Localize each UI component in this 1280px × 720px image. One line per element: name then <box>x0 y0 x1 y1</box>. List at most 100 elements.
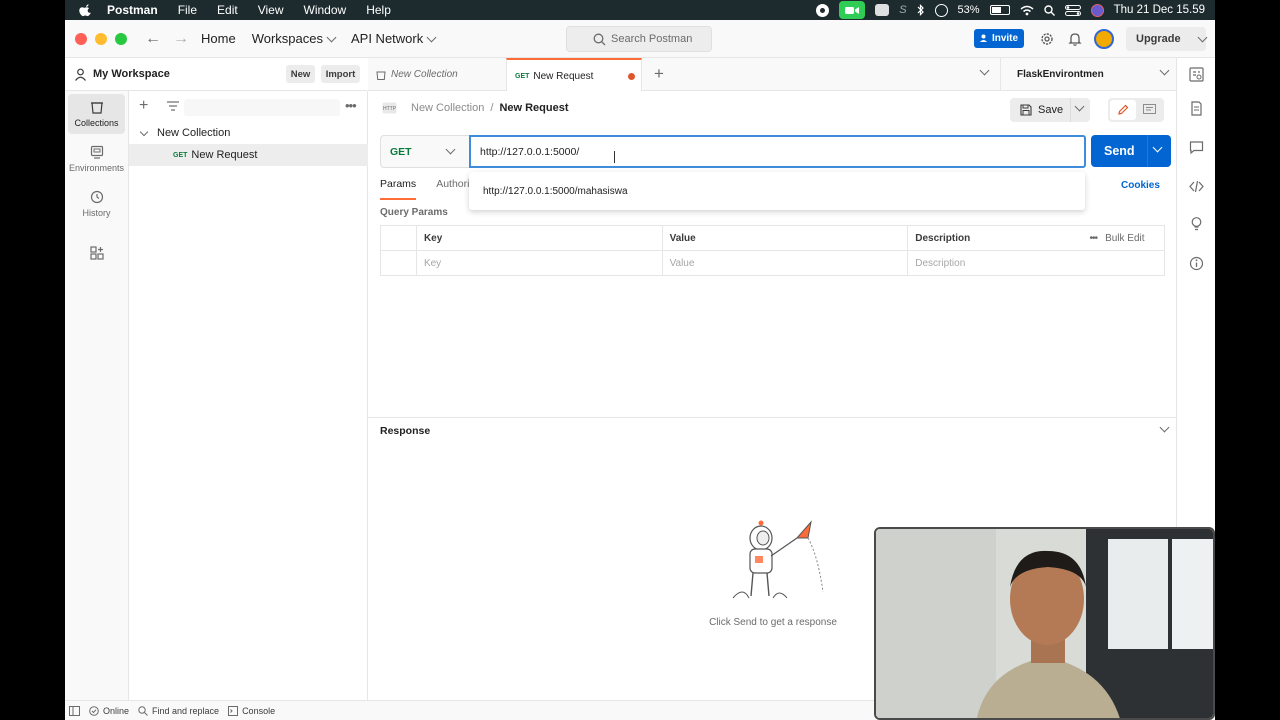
control-center-icon[interactable] <box>1064 4 1081 16</box>
more-options-icon[interactable]: ••• <box>1090 233 1098 244</box>
chevron-down-icon <box>1159 65 1170 76</box>
url-autocomplete-suggestion[interactable]: http://127.0.0.1:5000/mahasiswa <box>469 172 1085 210</box>
minimize-window-button[interactable] <box>95 32 107 45</box>
tree-request-label: New Request <box>191 149 258 161</box>
find-replace-button[interactable]: Find and replace <box>138 706 219 716</box>
window-controls <box>75 32 127 45</box>
add-icon[interactable]: + <box>139 97 148 115</box>
response-empty-state: Click Send to get a response <box>698 516 848 628</box>
tree-collection-row[interactable]: New Collection <box>129 122 368 144</box>
zoom-window-button[interactable] <box>115 32 127 45</box>
search-bar[interactable]: Search Postman <box>566 26 712 52</box>
sidebar-filter-input[interactable] <box>184 99 340 116</box>
environment-quick-look-icon[interactable] <box>1189 67 1204 82</box>
siri-icon[interactable] <box>1090 3 1104 17</box>
rail-collections[interactable]: Collections <box>68 94 125 134</box>
comments-icon[interactable] <box>1189 140 1204 155</box>
col-description: Description <box>907 225 1083 251</box>
menu-edit[interactable]: Edit <box>217 3 238 17</box>
params-header-row: Key Value Description ••• Bulk Edit <box>380 225 1165 251</box>
app-a-icon[interactable] <box>875 4 890 16</box>
tab-new-collection-label: New Collection <box>391 69 458 80</box>
send-options-chevron-icon[interactable] <box>1152 142 1163 153</box>
rail-configure[interactable] <box>68 233 125 273</box>
close-window-button[interactable] <box>75 32 87 45</box>
breadcrumb: HTTP New Collection / New Request <box>382 102 569 114</box>
save-options-chevron-icon[interactable] <box>1074 101 1085 112</box>
param-value-input[interactable]: Value <box>661 250 909 276</box>
upgrade-button[interactable]: Upgrade <box>1126 27 1208 51</box>
url-input[interactable]: http://127.0.0.1:5000/ <box>469 135 1086 168</box>
method-select[interactable]: GET <box>380 135 470 168</box>
menu-app-name[interactable]: Postman <box>107 3 158 17</box>
sidebar-toggle-icon[interactable] <box>69 705 80 716</box>
rail-collections-label: Collections <box>74 118 119 128</box>
cookies-link[interactable]: Cookies <box>1121 180 1160 191</box>
tree-request-method: GET <box>173 151 188 159</box>
forward-arrow-icon[interactable]: → <box>173 30 189 48</box>
import-button[interactable]: Import <box>321 65 360 83</box>
invite-button[interactable]: Invite <box>974 29 1024 48</box>
save-button[interactable]: Save <box>1010 98 1090 122</box>
info-icon[interactable] <box>1189 256 1204 271</box>
clock-datetime[interactable]: Thu 21 Dec 15.59 <box>1114 4 1205 16</box>
comment-mode-icon[interactable] <box>1143 104 1156 116</box>
console-button[interactable]: Console <box>228 705 276 716</box>
tab-params[interactable]: Params <box>380 178 417 200</box>
menu-view[interactable]: View <box>258 3 284 17</box>
console-label: Console <box>242 705 276 716</box>
workspace-title[interactable]: My Workspace <box>93 68 170 80</box>
breadcrumb-request[interactable]: New Request <box>499 102 568 114</box>
camera-icon[interactable] <box>839 1 866 19</box>
workspaces-menu[interactable]: Workspaces <box>251 31 337 46</box>
bulk-edit-link[interactable]: Bulk Edit <box>1105 233 1144 244</box>
tree-request-row[interactable]: GET New Request <box>129 144 368 166</box>
back-arrow-icon[interactable]: ← <box>145 30 161 48</box>
response-header[interactable]: Response <box>368 417 1176 444</box>
workspaces-label: Workspaces <box>251 31 323 46</box>
bluetooth-icon[interactable] <box>917 4 925 16</box>
lightbulb-icon[interactable] <box>1189 216 1204 231</box>
webcam-overlay <box>874 527 1215 720</box>
send-button[interactable]: Send <box>1091 135 1171 167</box>
save-label: Save <box>1038 104 1064 116</box>
param-key-input[interactable]: Key <box>415 250 663 276</box>
environment-selector[interactable]: FlaskEnvirontmen <box>1000 58 1178 91</box>
documentation-icon[interactable] <box>1189 101 1204 116</box>
apple-icon[interactable] <box>79 3 93 17</box>
search-icon <box>593 33 606 46</box>
param-description-input[interactable]: Description <box>907 250 1165 276</box>
avatar[interactable] <box>1094 29 1114 49</box>
tabs-overflow-chevron-icon[interactable] <box>979 65 990 76</box>
user-status-icon[interactable] <box>934 3 948 17</box>
new-tab-icon[interactable]: + <box>654 64 664 84</box>
screen-record-icon[interactable] <box>816 3 830 17</box>
tab-new-request[interactable]: GET New Request <box>506 58 642 92</box>
chevron-down-icon <box>326 32 337 42</box>
edit-mode-button[interactable] <box>1110 100 1136 120</box>
home-link[interactable]: Home <box>201 31 236 46</box>
wifi-icon[interactable] <box>1020 5 1034 16</box>
bell-icon[interactable] <box>1067 31 1083 47</box>
rail-history[interactable]: History <box>68 184 125 224</box>
filter-icon[interactable] <box>167 101 179 111</box>
chevron-down-icon[interactable] <box>1159 422 1170 433</box>
rail-environments[interactable]: Environments <box>68 139 125 179</box>
spotlight-icon[interactable] <box>1043 4 1055 16</box>
tab-new-collection[interactable]: New Collection <box>368 58 504 91</box>
more-options-icon[interactable]: ••• <box>345 98 357 113</box>
code-icon[interactable] <box>1189 179 1204 194</box>
battery-icon[interactable] <box>989 5 1010 15</box>
search-icon <box>138 705 148 716</box>
menu-file[interactable]: File <box>178 3 197 17</box>
s-app-icon[interactable]: S <box>899 4 906 16</box>
new-button[interactable]: New <box>286 65 315 83</box>
gear-icon[interactable] <box>1039 31 1055 47</box>
breadcrumb-collection[interactable]: New Collection <box>411 102 484 114</box>
menu-window[interactable]: Window <box>304 3 347 17</box>
api-network-menu[interactable]: API Network <box>351 31 437 46</box>
online-status[interactable]: Online <box>89 706 129 716</box>
user-icon <box>75 68 86 81</box>
menu-help[interactable]: Help <box>366 3 391 17</box>
param-checkbox-cell[interactable] <box>380 250 417 276</box>
